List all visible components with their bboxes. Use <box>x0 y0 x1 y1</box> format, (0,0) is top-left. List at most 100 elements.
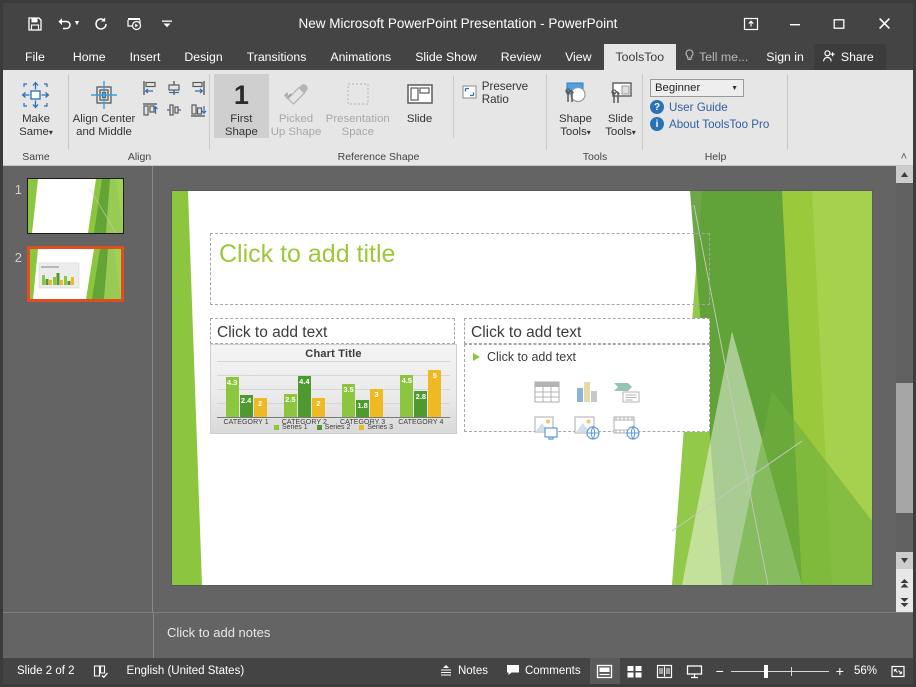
insert-online-pictures-icon[interactable] <box>570 413 604 443</box>
thumbnail-slide-1[interactable] <box>27 178 124 234</box>
tab-home[interactable]: Home <box>61 44 118 70</box>
slide-thumbnail-pane[interactable]: 1 2 <box>3 166 153 612</box>
sign-in-button[interactable]: Sign in <box>756 44 814 70</box>
fit-slide-to-window-button[interactable] <box>883 658 913 684</box>
customize-qat-button[interactable] <box>152 11 182 37</box>
presentation-space-button[interactable]: Presentation Space <box>323 74 392 138</box>
close-button[interactable] <box>861 3 907 44</box>
notes-button[interactable]: Notes <box>430 658 497 684</box>
save-button[interactable] <box>20 11 50 37</box>
scrollbar-thumb[interactable] <box>896 383 913 513</box>
tab-review[interactable]: Review <box>489 44 553 70</box>
slide-reference-button[interactable]: Slide <box>392 74 447 126</box>
language-indicator[interactable]: English (United States) <box>118 658 254 684</box>
redo-button[interactable] <box>86 11 116 37</box>
user-guide-label: User Guide <box>669 101 728 114</box>
thumbnail-item-1[interactable]: 1 <box>3 178 153 234</box>
tab-toolstoo[interactable]: ToolsToo <box>604 44 677 70</box>
reading-view-button[interactable] <box>650 658 680 684</box>
zoom-slider[interactable]: − + <box>710 663 850 679</box>
start-slideshow-button[interactable] <box>119 11 149 37</box>
user-guide-link[interactable]: ? User Guide <box>650 100 769 114</box>
right-content-placeholder-body[interactable]: Click to add text <box>464 344 710 432</box>
chart[interactable]: Chart Title 4.3 2.4 2 <box>210 344 457 434</box>
spellcheck-icon[interactable] <box>84 658 118 684</box>
slide-sorter-view-button[interactable] <box>620 658 650 684</box>
align-left-icon[interactable] <box>139 78 161 98</box>
make-same-button[interactable]: Make Same▾ <box>5 74 67 139</box>
experience-level-select[interactable]: Beginner ▼ <box>650 79 744 97</box>
zoom-track[interactable] <box>731 671 829 672</box>
shape-tools-button[interactable]: Shape Tools▾ <box>553 74 598 139</box>
title-bar: ▼ New Microsoft PowerPoint Presentation … <box>3 3 913 44</box>
align-center-middle-button[interactable]: Align Center and Middle <box>69 74 139 138</box>
restore-button[interactable] <box>817 3 861 44</box>
group-title-help: Help <box>643 151 788 166</box>
right-placeholder-label: Click to add text <box>465 319 709 345</box>
tab-view[interactable]: View <box>553 44 603 70</box>
window-controls <box>729 3 913 44</box>
notes-pane[interactable]: Click to add notes <box>3 612 913 658</box>
zoom-level-label[interactable]: 56% <box>850 658 883 684</box>
scroll-down-button[interactable] <box>896 552 913 569</box>
picked-up-shape-button[interactable]: Picked Up Shape <box>269 74 324 138</box>
slide-show-view-button[interactable] <box>680 658 710 684</box>
scrollbar-track[interactable] <box>896 183 913 552</box>
right-content-placeholder-header[interactable]: Click to add text <box>464 318 710 344</box>
vertical-scrollbar[interactable] <box>896 166 913 612</box>
align-bottom-icon[interactable] <box>187 100 209 120</box>
presentation-space-label-2: Space <box>342 126 374 139</box>
slide-canvas-area[interactable]: Click to add title Click to add text Cha… <box>153 166 913 612</box>
next-slide-button[interactable] <box>896 594 913 610</box>
insert-pictures-icon[interactable] <box>530 413 564 443</box>
insert-video-icon[interactable] <box>610 413 644 443</box>
thumbnail-slide-2[interactable] <box>27 246 124 302</box>
share-button[interactable]: Share <box>814 44 886 70</box>
undo-dropdown-caret[interactable]: ▼ <box>74 20 81 27</box>
slide-indicator[interactable]: Slide 2 of 2 <box>17 658 84 684</box>
title-placeholder[interactable]: Click to add title <box>210 233 710 305</box>
about-toolstoo-link[interactable]: i About ToolsToo Pro <box>650 117 769 131</box>
insert-smartart-icon[interactable] <box>610 377 644 407</box>
align-center-icon[interactable] <box>163 78 185 98</box>
bullet-item[interactable]: Click to add text <box>465 345 709 369</box>
legend-swatch <box>317 425 322 430</box>
align-top-icon[interactable] <box>139 100 161 120</box>
slide-editing-surface[interactable]: Click to add title Click to add text Cha… <box>172 191 872 585</box>
left-content-placeholder-header[interactable]: Click to add text <box>210 318 455 344</box>
tab-transitions[interactable]: Transitions <box>235 44 319 70</box>
tab-insert[interactable]: Insert <box>118 44 173 70</box>
tell-me-search[interactable]: Tell me... <box>676 44 756 70</box>
ribbon-group-align: Align Center and Middle <box>69 70 210 166</box>
normal-view-button[interactable] <box>590 658 620 684</box>
align-middle-icon[interactable] <box>163 100 185 120</box>
undo-button[interactable]: ▼ <box>53 11 83 37</box>
insert-table-icon[interactable] <box>530 377 564 407</box>
chart-bar: 4.4 <box>298 376 311 417</box>
thumbnail-item-2[interactable]: 2 <box>3 246 153 302</box>
ribbon-display-options-button[interactable] <box>729 3 773 44</box>
tab-animations[interactable]: Animations <box>318 44 403 70</box>
align-right-icon[interactable] <box>187 78 209 98</box>
tab-design[interactable]: Design <box>172 44 234 70</box>
minimize-button[interactable] <box>773 3 817 44</box>
zoom-in-button[interactable]: + <box>829 663 844 679</box>
scroll-up-button[interactable] <box>896 166 913 183</box>
previous-slide-button[interactable] <box>896 575 913 591</box>
quick-access-toolbar: ▼ <box>3 11 182 37</box>
slide-tools-button[interactable]: Slide Tools▾ <box>598 74 643 139</box>
eyedropper-icon <box>280 77 312 113</box>
ribbon-group-tools: Shape Tools▾ Slide Tools▾ <box>547 70 643 166</box>
comments-button[interactable]: Comments <box>497 658 590 684</box>
tab-file[interactable]: File <box>9 44 61 70</box>
preserve-ratio-checkbox[interactable]: Preserve Ratio <box>462 74 547 106</box>
insert-chart-icon[interactable] <box>570 377 604 407</box>
left-content-placeholder-body[interactable]: Chart Title 4.3 2.4 2 <box>210 344 455 432</box>
zoom-handle[interactable] <box>764 665 768 678</box>
zoom-out-button[interactable]: − <box>716 663 731 679</box>
first-shape-button[interactable]: 1 First Shape <box>214 74 269 138</box>
align-small-buttons <box>139 74 209 120</box>
collapse-ribbon-button[interactable]: ˄ <box>901 151 907 163</box>
tab-slide-show[interactable]: Slide Show <box>403 44 489 70</box>
experience-level-value: Beginner <box>655 82 700 94</box>
